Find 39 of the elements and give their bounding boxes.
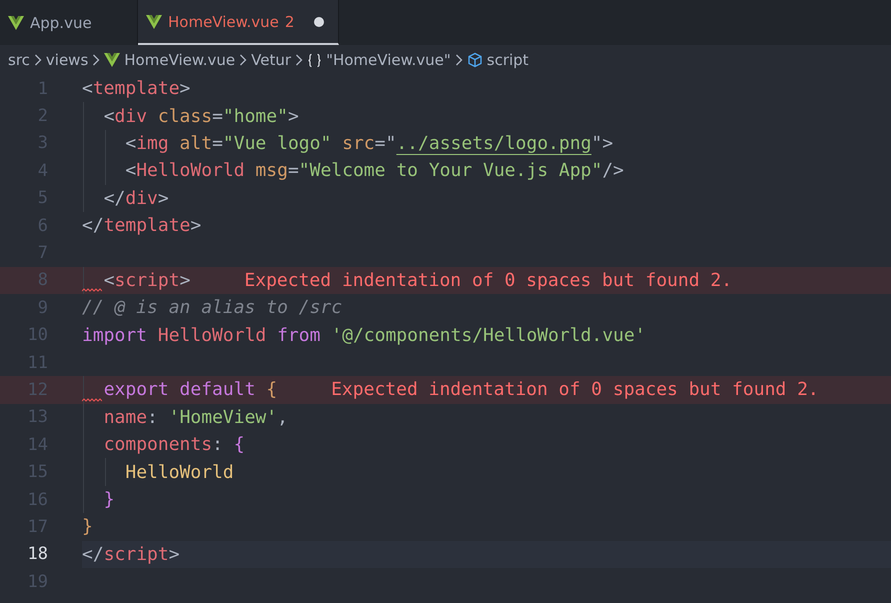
code-text: }: [104, 489, 115, 510]
code-text: <script>: [104, 270, 190, 291]
breadcrumb-item[interactable]: HomeView.vue: [124, 51, 236, 69]
vue-logo-icon: [8, 16, 24, 30]
vue-logo-icon: [146, 14, 162, 28]
breadcrumb-item[interactable]: Vetur: [251, 51, 292, 69]
chevron-right-icon: [454, 54, 463, 66]
code-text: HelloWorld: [125, 462, 234, 483]
problem-count: 2: [284, 12, 294, 30]
error-message: Expected indentation of 0 spaces but found 2.: [244, 270, 732, 291]
breadcrumb-item[interactable]: script: [486, 51, 529, 69]
breadcrumb-item[interactable]: "HomeView.vue": [326, 51, 451, 69]
chevron-right-icon: [92, 54, 100, 66]
code-text: </script>: [82, 544, 180, 565]
code-text: // @ is an alias to /src: [82, 297, 342, 318]
cube-icon: [466, 52, 483, 68]
code-text: components: {: [104, 434, 245, 456]
line-number: 18: [26, 544, 48, 564]
code-text: <div class="home">: [104, 106, 299, 127]
breadcrumb-item[interactable]: views: [46, 51, 88, 69]
code-text: </div>: [104, 188, 169, 209]
code-text: }: [82, 516, 93, 538]
code-text: name: 'HomeView',: [104, 406, 288, 428]
code-text: <HelloWorld msg="Welcome to Your Vue.js App"/>: [125, 160, 624, 182]
error-squiggle-icon: [82, 398, 102, 402]
vue-logo-icon: [104, 53, 120, 67]
breadcrumb-item[interactable]: src: [8, 51, 30, 69]
chevron-right-icon: [239, 54, 248, 66]
code-text: import HelloWorld from '@/components/HelloWorld.vue': [82, 324, 646, 346]
error-message: Expected indentation of 0 spaces but found 2.: [331, 379, 819, 400]
error-squiggle-icon: [82, 288, 102, 292]
editor-tab[interactable]: HomeView.vue 2: [138, 0, 340, 45]
code-text: </template>: [82, 215, 202, 236]
code-text: <template>: [82, 78, 190, 100]
chevron-right-icon: [295, 54, 304, 66]
chevron-right-icon: [34, 54, 42, 66]
braces-icon: [307, 52, 322, 68]
code-text: <img alt="Vue logo" src="../assets/logo.png">: [125, 132, 614, 154]
code-text: export default {: [104, 379, 278, 400]
